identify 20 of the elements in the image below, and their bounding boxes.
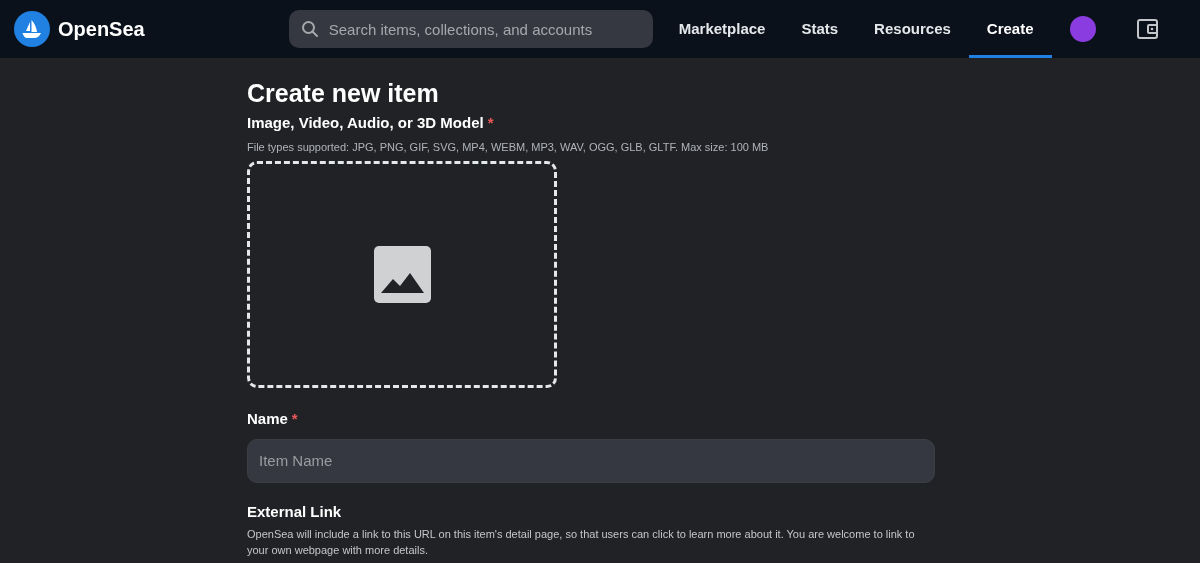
avatar[interactable] bbox=[1069, 16, 1096, 42]
field-label: Name bbox=[247, 410, 288, 427]
required-mark: * bbox=[291, 410, 298, 427]
field-label: Image, Video, Audio, or 3D Model bbox=[247, 114, 484, 131]
brand-name[interactable]: OpenSea bbox=[58, 14, 145, 44]
external-link-description: OpenSea will include a link to this URL on this item's detail page, so that users can click to learn more about it. You are welcome to link to your own webpage with more details. bbox=[247, 527, 916, 558]
page-title: Create new item bbox=[247, 78, 440, 108]
nav-tab[interactable]: Resources bbox=[856, 0, 969, 58]
required-mark: * bbox=[487, 114, 494, 131]
nav-tab[interactable]: Stats bbox=[783, 0, 857, 58]
file-types-hint: File types supported: JPG, PNG, GIF, SVG, MP4, WEBM, MP3, WAV, OGG, GLB, GLTF. Max size: 100 MB bbox=[247, 139, 770, 155]
search-field[interactable]: Search items, collections, and accounts bbox=[288, 10, 653, 48]
logo-icon[interactable] bbox=[14, 11, 50, 47]
upload-dropzone[interactable] bbox=[247, 161, 557, 388]
item-name-field[interactable]: Item Name bbox=[247, 438, 935, 483]
wallet-icon[interactable] bbox=[1135, 17, 1160, 41]
nav-tab[interactable]: Marketplace bbox=[660, 0, 784, 58]
external-link-label: External Link bbox=[247, 501, 343, 522]
image-icon bbox=[373, 246, 431, 303]
nav-tab[interactable]: Create bbox=[968, 0, 1052, 58]
